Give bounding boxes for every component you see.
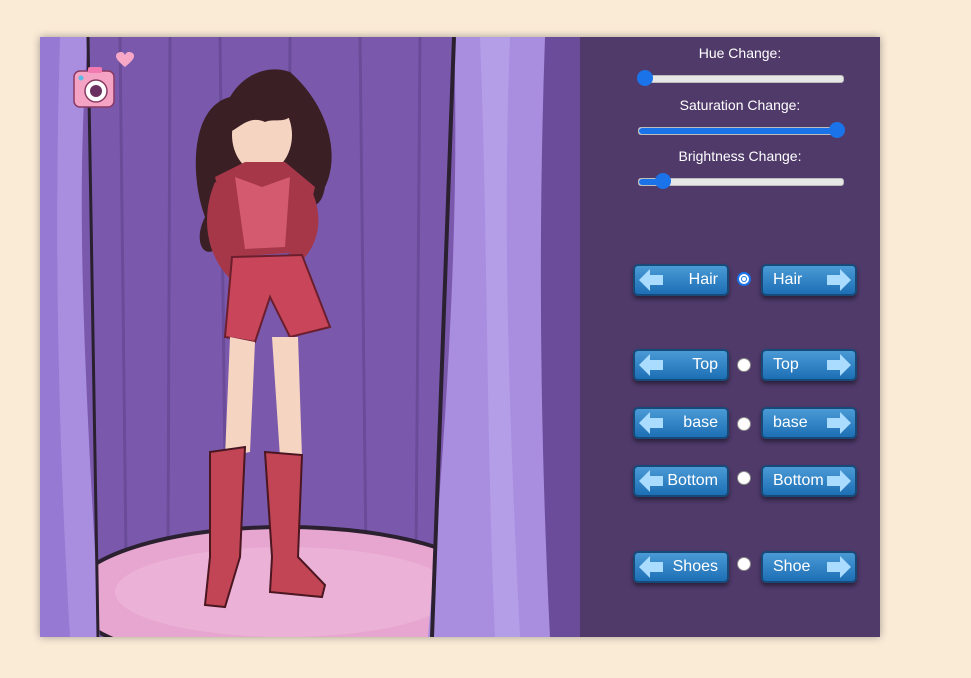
shoes-next-label: Shoe xyxy=(773,558,811,575)
slider-thumb[interactable] xyxy=(828,122,845,138)
brightness-change-label: Brightness Change: xyxy=(678,148,802,164)
base-prev-button[interactable]: base xyxy=(633,407,729,439)
hair-next-label: Hair xyxy=(773,271,803,288)
arrow-left-icon xyxy=(639,470,663,492)
saturation-change-slider[interactable] xyxy=(638,122,845,138)
base-next-label: base xyxy=(773,414,808,431)
hair-next-button[interactable]: Hair xyxy=(761,264,857,296)
hair-prev-label: Hair xyxy=(688,271,718,288)
bottom-prev-label: Bottom xyxy=(667,472,718,489)
bottom-prev-button[interactable]: Bottom xyxy=(633,465,729,497)
hair-prev-button[interactable]: Hair xyxy=(633,264,729,296)
hue-change-label: Hue Change: xyxy=(698,45,782,61)
dressup-game-frame: Hue Change: Saturation Change: Brightnes… xyxy=(40,37,880,637)
hue-change-slider[interactable] xyxy=(637,70,844,86)
top-next-label: Top xyxy=(773,356,799,373)
shoes-next-button[interactable]: Shoe xyxy=(761,551,857,583)
arrow-right-icon xyxy=(827,412,851,434)
brightness-change-slider[interactable] xyxy=(638,173,844,189)
base-prev-label: base xyxy=(683,414,718,431)
arrow-right-icon xyxy=(827,556,851,578)
arrow-left-icon xyxy=(639,412,663,434)
top-prev-label: Top xyxy=(692,356,718,373)
arrow-right-icon xyxy=(827,354,851,376)
heart-icon xyxy=(116,52,134,67)
arrow-right-icon xyxy=(827,470,851,492)
arrow-right-icon xyxy=(827,269,851,291)
shoes-prev-label: Shoes xyxy=(672,558,718,575)
base-radio[interactable] xyxy=(737,417,751,431)
arrow-left-icon xyxy=(639,556,663,578)
slider-thumb[interactable] xyxy=(637,70,654,86)
base-next-button[interactable]: base xyxy=(761,407,857,439)
slider-fill xyxy=(639,128,837,134)
shoes-radio[interactable] xyxy=(737,557,751,571)
top-next-button[interactable]: Top xyxy=(761,349,857,381)
arrow-left-icon xyxy=(639,354,663,376)
hair-radio[interactable] xyxy=(737,272,751,286)
top-radio[interactable] xyxy=(737,358,751,372)
saturation-change-label: Saturation Change: xyxy=(679,97,801,113)
bottom-next-button[interactable]: Bottom xyxy=(761,465,857,497)
bottom-radio[interactable] xyxy=(737,471,751,485)
top-prev-button[interactable]: Top xyxy=(633,349,729,381)
camera-icon[interactable] xyxy=(72,65,116,109)
shoes-prev-button[interactable]: Shoes xyxy=(633,551,729,583)
bottom-next-label: Bottom xyxy=(773,472,824,489)
arrow-left-icon xyxy=(639,269,663,291)
